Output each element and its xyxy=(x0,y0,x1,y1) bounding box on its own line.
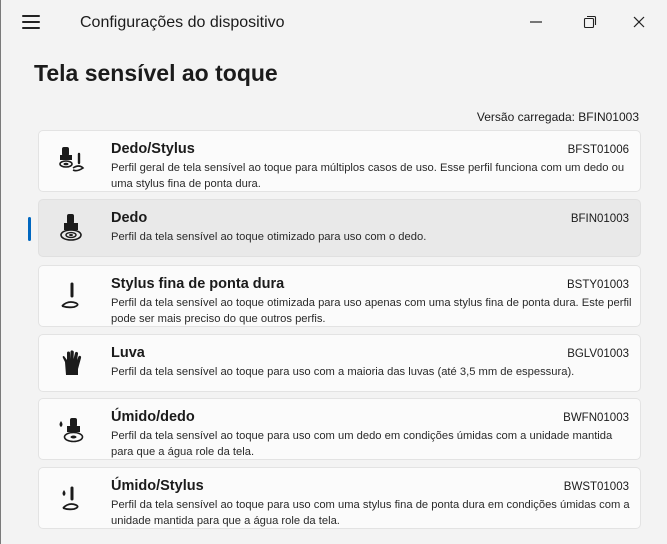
restore-button[interactable] xyxy=(572,8,608,36)
profile-description: Perfil da tela sensível ao toque otimiza… xyxy=(111,231,427,243)
profile-code: BFIN01003 xyxy=(570,213,629,225)
finger-stylus-icon xyxy=(57,145,87,175)
page-title: Tela sensível ao toque xyxy=(34,60,278,86)
profile-name: Dedo/Stylus xyxy=(111,141,195,157)
selection-indicator xyxy=(28,217,31,241)
wet-finger-icon xyxy=(57,415,87,445)
stylus-icon xyxy=(57,281,87,311)
profile-description: Perfil da tela sensível ao toque para us… xyxy=(111,499,630,527)
finger-touch-icon xyxy=(57,213,87,243)
profile-code: BWFN01003 xyxy=(563,412,629,424)
profile-card-dedo-stylus[interactable]: Dedo/Stylus BFST01006 Perfil geral de te… xyxy=(38,130,641,192)
profile-name: Úmido/Stylus xyxy=(111,478,204,494)
profile-description: Perfil da tela sensível ao toque otimiza… xyxy=(111,297,632,325)
title-bar: Configurações do dispositivo xyxy=(0,0,667,44)
profile-name: Dedo xyxy=(111,210,148,226)
profile-card-umido-dedo[interactable]: Úmido/dedo BWFN01003 Perfil da tela sens… xyxy=(38,398,641,460)
window-left-border xyxy=(0,0,1,544)
hamburger-icon[interactable] xyxy=(22,15,40,29)
profile-description: Perfil da tela sensível ao toque para us… xyxy=(111,366,575,378)
glove-icon xyxy=(57,349,87,379)
profile-name: Luva xyxy=(111,345,145,361)
loaded-version: Versão carregada: BFIN01003 xyxy=(476,110,639,124)
profile-card-stylus[interactable]: Stylus fina de ponta dura BSTY01003 Perf… xyxy=(38,265,641,327)
profile-description: Perfil da tela sensível ao toque para us… xyxy=(111,430,613,458)
profile-code: BSTY01003 xyxy=(566,279,629,291)
profile-code: BFST01006 xyxy=(567,144,629,156)
profile-code: BWST01003 xyxy=(563,481,629,493)
close-button[interactable] xyxy=(621,8,657,36)
app-title: Configurações do dispositivo xyxy=(80,14,285,31)
profile-card-dedo[interactable]: Dedo BFIN01003 Perfil da tela sensível a… xyxy=(28,199,641,257)
minimize-icon xyxy=(530,21,542,23)
restore-icon xyxy=(583,15,597,29)
close-icon xyxy=(633,16,645,28)
profile-description: Perfil geral de tela sensível ao toque p… xyxy=(111,162,625,190)
minimize-button[interactable] xyxy=(518,8,554,36)
profile-card-umido-stylus[interactable]: Úmido/Stylus BWST01003 Perfil da tela se… xyxy=(38,467,641,529)
profile-name: Úmido/dedo xyxy=(111,409,195,425)
profile-name: Stylus fina de ponta dura xyxy=(111,276,285,292)
profile-code: BGLV01003 xyxy=(567,348,629,360)
profile-card-luva[interactable]: Luva BGLV01003 Perfil da tela sensível a… xyxy=(38,334,641,392)
wet-stylus-icon xyxy=(57,484,87,514)
